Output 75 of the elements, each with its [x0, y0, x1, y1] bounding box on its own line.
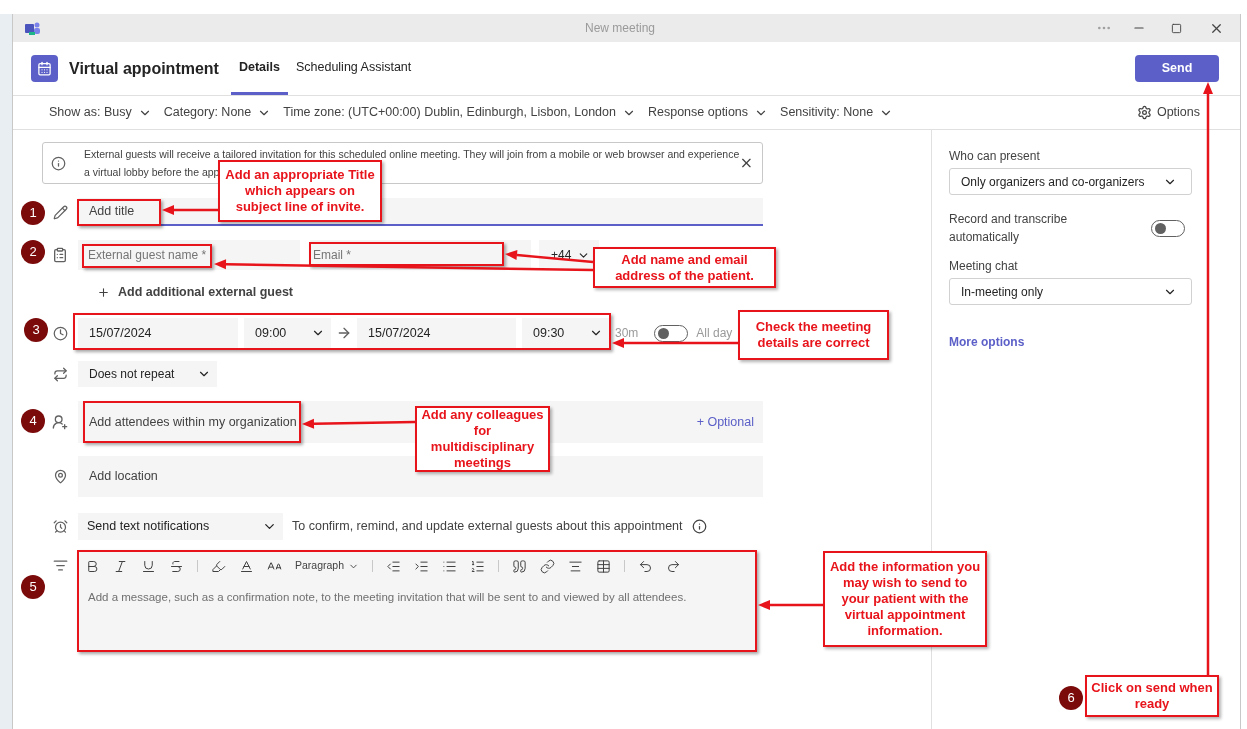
- strikethrough-icon[interactable]: [169, 558, 184, 574]
- calendar-icon: [37, 61, 52, 76]
- start-date-field[interactable]: 15/07/2024: [78, 318, 238, 348]
- attendees-placeholder: Add attendees within my organization: [89, 413, 297, 431]
- maximize-icon[interactable]: [1171, 22, 1182, 34]
- indent-icon[interactable]: [414, 558, 430, 574]
- app-logo-icon: [25, 21, 41, 35]
- annotation-tooltip: Add name and email address of the patient.: [593, 247, 776, 288]
- alarm-clock-icon: [52, 519, 68, 534]
- arrow-right-icon: [336, 325, 352, 341]
- all-day-label: All day: [696, 325, 733, 342]
- add-guest-button[interactable]: Add additional external guest: [97, 280, 294, 304]
- toolbar-dropdown[interactable]: Category: None: [163, 103, 272, 122]
- message-editor[interactable]: Paragraph Add a message, such as a confirmation note, to the meeting invitation that will be sent to and viewed by all attendees.: [78, 552, 756, 650]
- bold-icon[interactable]: [85, 558, 100, 574]
- highlighter-icon[interactable]: [211, 558, 226, 574]
- message-placeholder: Add a message, such as a confirmation note, to the meeting invitation that will be sent to and viewed by all attendees.: [88, 590, 688, 605]
- more-options-link[interactable]: More options: [949, 333, 1025, 351]
- numbered-list-icon[interactable]: [470, 558, 486, 574]
- annotation-tooltip: Check the meeting details are correct: [738, 310, 889, 360]
- annotation-tooltip: Click on send when ready: [1085, 675, 1219, 717]
- location-pin-icon: [52, 469, 68, 484]
- repeat-icon: [52, 366, 68, 382]
- notifications-note: To confirm, remind, and update external guests about this appointment: [292, 518, 683, 536]
- repeat-dropdown[interactable]: Does not repeat: [78, 361, 217, 387]
- meeting-chat-dropdown[interactable]: In-meeting only: [949, 278, 1192, 305]
- end-time-dropdown[interactable]: 09:30: [522, 318, 609, 348]
- plus-icon: [97, 285, 110, 299]
- optional-link[interactable]: + Optional: [696, 412, 754, 432]
- annotation-tooltip: Add the information you may wish to send to your patient with the virtual appointment information.: [823, 551, 987, 647]
- italic-icon[interactable]: [113, 558, 128, 574]
- send-button[interactable]: Send: [1135, 55, 1219, 82]
- toolbar-dropdown[interactable]: Sensitivity: None: [780, 103, 894, 122]
- toolbar-dropdown[interactable]: Time zone: (UTC+00:00) Dublin, Edinburgh, Lisbon, London: [283, 103, 636, 122]
- banner-text: External guests will receive a tailored invitation for this scheduled online meeting. They will join from a mobile or web browser and experience: [84, 147, 740, 161]
- clock-icon: [52, 325, 68, 341]
- pencil-icon: [52, 204, 68, 220]
- outdent-icon[interactable]: [386, 558, 402, 574]
- toolbar-dropdown[interactable]: Response options: [647, 103, 769, 122]
- paragraph-style-dropdown[interactable]: Paragraph: [295, 558, 360, 574]
- info-icon: [691, 519, 707, 534]
- underline-icon[interactable]: [141, 558, 156, 574]
- link-icon[interactable]: [540, 558, 556, 574]
- quote-icon[interactable]: [512, 558, 528, 574]
- options-button[interactable]: Options: [1136, 103, 1200, 122]
- text-notifications-dropdown[interactable]: Send text notifications: [78, 513, 283, 540]
- undo-icon[interactable]: [638, 558, 654, 574]
- window-title: New meeting: [585, 20, 656, 37]
- arrow: [162, 205, 218, 215]
- info-icon: [51, 155, 66, 171]
- toolbar-dropdown[interactable]: Show as: Busy: [49, 103, 152, 122]
- chat-label: Meeting chat: [949, 258, 1019, 275]
- settings-icon: [1136, 105, 1152, 120]
- record-toggle[interactable]: [1151, 219, 1185, 237]
- record-label: Record and transcribe automatically: [949, 211, 1069, 246]
- table-icon[interactable]: [596, 558, 612, 574]
- arrow: [758, 600, 823, 610]
- meeting-type-title: Virtual appointment: [69, 58, 219, 79]
- who-can-present-dropdown[interactable]: Only organizers and co-organizers: [949, 168, 1192, 195]
- present-label: Who can present: [949, 148, 1041, 165]
- bullet-list-icon[interactable]: [442, 558, 458, 574]
- all-day-toggle[interactable]: [654, 324, 689, 342]
- duration-text: 30m: [615, 325, 639, 342]
- guest-form-icon: [52, 247, 68, 263]
- add-person-icon: [52, 414, 68, 430]
- tab[interactable]: Scheduling Assistant: [287, 42, 420, 95]
- description-icon: [52, 558, 68, 573]
- font-color-icon[interactable]: [239, 558, 254, 574]
- annotation-tooltip: Add any colleagues for multidisciplinary meetings: [415, 406, 550, 472]
- tab[interactable]: Details: [230, 42, 288, 95]
- end-date-field[interactable]: 15/07/2024: [357, 318, 516, 348]
- start-time-dropdown[interactable]: 09:00: [244, 318, 331, 348]
- redo-icon[interactable]: [666, 558, 682, 574]
- annotation-tooltip: Add an appropriate Title which appears on subject line of invite.: [218, 160, 382, 222]
- align-icon[interactable]: [568, 558, 584, 574]
